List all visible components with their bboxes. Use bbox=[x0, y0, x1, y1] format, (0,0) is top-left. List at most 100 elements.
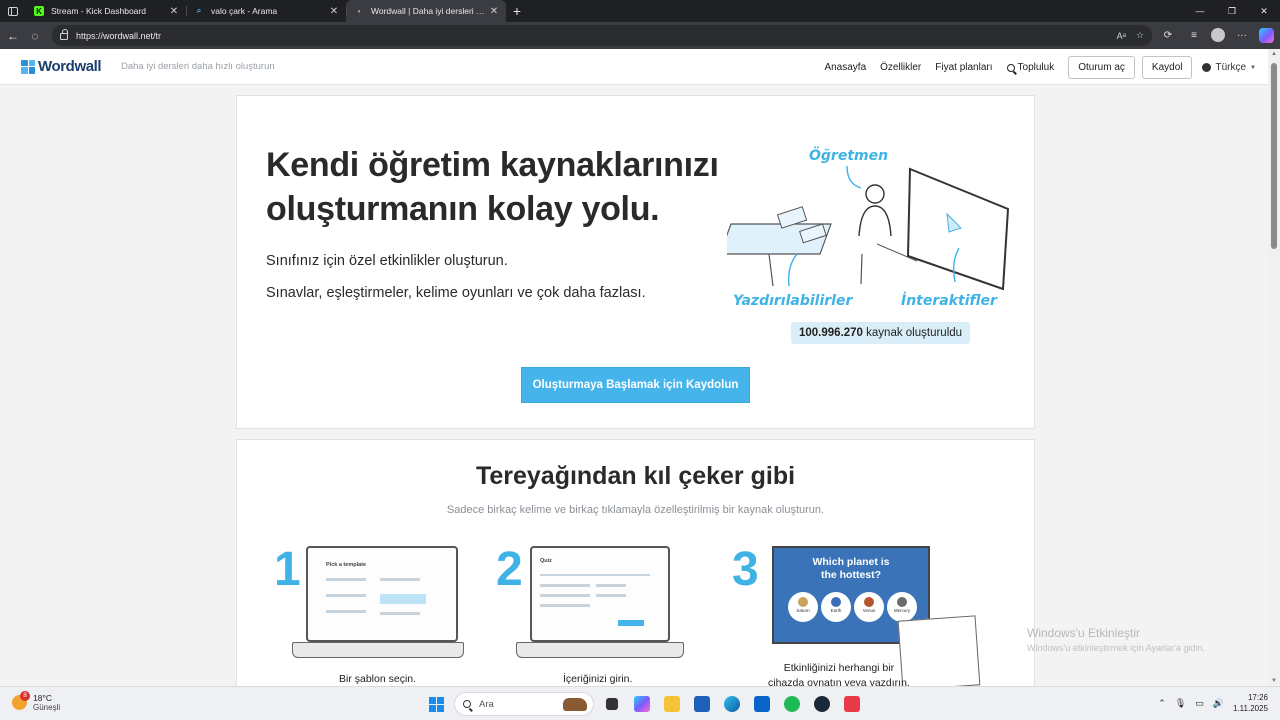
taskbar-search[interactable]: Ara bbox=[454, 692, 594, 716]
quiz-question-line1: Which planet is bbox=[812, 556, 890, 568]
spotify-icon[interactable] bbox=[780, 692, 804, 716]
step-caption-line2: cihazda oynatın veya yazdırın. bbox=[768, 677, 910, 686]
tagline: Daha iyi dersleri daha hızlı oluşturun bbox=[121, 61, 275, 72]
tab-search[interactable]: ⌕ valo çark - Arama ✕ bbox=[186, 0, 346, 22]
step-number: 3 bbox=[732, 543, 759, 596]
copilot-app-icon[interactable] bbox=[630, 692, 654, 716]
windows-taskbar: 8 18°C Güneşli Ara ⌃ 🎙 ▭ 🔊 17:26 1.11.20… bbox=[0, 686, 1280, 720]
back-icon[interactable]: ← bbox=[2, 29, 24, 43]
illus-interactives-label: İnteraktifler bbox=[901, 292, 998, 309]
weather-desc: Güneşli bbox=[33, 703, 61, 712]
counter-value: 100.996.270 bbox=[799, 327, 863, 339]
stop-loading-icon[interactable]: ◌ bbox=[24, 29, 46, 43]
activation-watermark-title: Windows'u Etkinleştir bbox=[1027, 626, 1140, 640]
hero-illustration: Öğretmen Yazdırılabilirler İnteraktifler bbox=[727, 146, 1010, 309]
task-view-icon[interactable] bbox=[600, 692, 624, 716]
valorant-icon[interactable] bbox=[840, 692, 864, 716]
language-label: Türkçe bbox=[1215, 62, 1247, 73]
start-button[interactable] bbox=[424, 692, 448, 716]
tab-title: Stream - Kick Dashboard bbox=[51, 6, 146, 16]
nav-community[interactable]: Topluluk bbox=[1006, 62, 1055, 73]
profile-avatar[interactable] bbox=[1211, 28, 1225, 42]
favorite-star-icon[interactable]: ☆ bbox=[1136, 30, 1144, 41]
hero-card: Kendi öğretim kaynaklarınızı oluşturmanı… bbox=[236, 95, 1035, 429]
more-menu-icon[interactable]: ··· bbox=[1233, 25, 1251, 45]
search-icon bbox=[463, 700, 471, 708]
volume-icon[interactable]: 🔊 bbox=[1213, 698, 1224, 709]
nav-features[interactable]: Özellikler bbox=[880, 62, 921, 73]
nav-home[interactable]: Anasayfa bbox=[824, 62, 866, 73]
illus-teacher-label: Öğretmen bbox=[809, 146, 888, 164]
steam-icon[interactable] bbox=[810, 692, 834, 716]
chevron-up-icon[interactable]: ⌃ bbox=[1158, 698, 1166, 709]
how-title: Tereyağından kıl çeker gibi bbox=[475, 462, 796, 490]
planet-option: Earth bbox=[821, 592, 851, 622]
kick-icon: K bbox=[34, 6, 44, 16]
scrollbar-thumb[interactable] bbox=[1271, 63, 1277, 249]
display-icon[interactable]: ▭ bbox=[1195, 698, 1204, 709]
search-placeholder: Ara bbox=[479, 698, 494, 710]
search-icon bbox=[1006, 63, 1015, 72]
how-it-works-card: Tereyağından kıl çeker gibi Sadece birka… bbox=[236, 439, 1035, 686]
copilot-icon[interactable] bbox=[1259, 27, 1274, 43]
file-explorer-icon[interactable] bbox=[660, 692, 684, 716]
page-scrollbar[interactable]: ▲ ▼ bbox=[1268, 49, 1280, 686]
windows-logo-icon bbox=[428, 696, 444, 712]
close-tab-icon[interactable]: ✕ bbox=[488, 6, 500, 17]
wordwall-logo-icon bbox=[21, 59, 35, 74]
wordwall-logo[interactable]: Wordwall bbox=[21, 58, 102, 75]
illus-printables-label: Yazdırılabilirler bbox=[733, 293, 853, 309]
tab-actions-icon[interactable] bbox=[0, 0, 26, 22]
weather-widget[interactable]: 8 18°C Güneşli bbox=[12, 691, 61, 712]
signup-cta-button[interactable]: Oluşturmaya Başlamak için Kaydolun bbox=[521, 367, 750, 403]
restore-icon[interactable]: ❐ bbox=[1216, 0, 1248, 22]
clock[interactable]: 17:26 1.11.2025 bbox=[1233, 692, 1268, 714]
web-page: Wordwall Daha iyi dersleri daha hızlı ol… bbox=[0, 49, 1268, 686]
main-nav: Anasayfa Özellikler Fiyat planları Toplu… bbox=[824, 56, 1256, 79]
globe-icon bbox=[1202, 63, 1212, 72]
read-aloud-icon[interactable]: A͏ᵃ bbox=[1117, 31, 1126, 41]
sun-icon: 8 bbox=[12, 691, 30, 710]
logo-text: Wordwall bbox=[38, 58, 102, 75]
outlook-icon[interactable] bbox=[750, 692, 774, 716]
how-subtitle: Sadece birkaç kelime ve birkaç tıklamayl… bbox=[446, 504, 825, 516]
signup-button[interactable]: Kaydol bbox=[1141, 56, 1193, 79]
notification-badge: 8 bbox=[20, 691, 30, 701]
activation-watermark-text: Windows'u etkinleştirmek için Ayarlar'a … bbox=[1027, 643, 1205, 653]
minimize-icon[interactable]: — bbox=[1184, 0, 1216, 22]
edge-icon[interactable] bbox=[720, 692, 744, 716]
lock-icon bbox=[60, 29, 68, 40]
search-highlight-icon bbox=[563, 698, 587, 711]
loading-icon: • bbox=[357, 6, 361, 16]
nav-community-label: Topluluk bbox=[1017, 62, 1055, 73]
store-icon[interactable] bbox=[690, 692, 714, 716]
login-button[interactable]: Oturum aç bbox=[1068, 56, 1135, 79]
tab-kick-dashboard[interactable]: K Stream - Kick Dashboard ✕ bbox=[26, 0, 186, 22]
address-bar[interactable]: https://wordwall.net/tr A͏ᵃ ☆ bbox=[52, 25, 1152, 46]
planet-label: Venus bbox=[862, 608, 876, 613]
step-number: 1 bbox=[274, 543, 301, 596]
hero-title-line2: oluşturmanın kolay yolu. bbox=[266, 190, 660, 228]
new-tab-button[interactable]: + bbox=[506, 0, 528, 22]
step-caption: İçeriğinizi girin. bbox=[563, 673, 633, 685]
search-icon: ⌕ bbox=[196, 6, 202, 15]
nav-pricing[interactable]: Fiyat planları bbox=[935, 62, 992, 73]
step-number: 2 bbox=[496, 543, 523, 596]
tab-wordwall[interactable]: • Wordwall | Daha iyi dersleri daha ✕ bbox=[346, 0, 506, 22]
microphone-icon[interactable]: 🎙 bbox=[1175, 698, 1186, 709]
close-tab-icon[interactable]: ✕ bbox=[328, 6, 340, 17]
weather-temp: 18°C bbox=[33, 693, 52, 703]
scroll-down-icon[interactable]: ▼ bbox=[1271, 678, 1277, 684]
hero-subtitle-2: Sınavlar, eşleştirmeler, kelime oyunları… bbox=[266, 285, 646, 301]
resources-counter: 100.996.270 kaynak oluşturuldu bbox=[791, 322, 971, 344]
planet-option: Saturn bbox=[788, 592, 818, 622]
step-2: 2 Quiz İçeriğinizi girin. bbox=[496, 546, 696, 686]
scroll-up-icon[interactable]: ▲ bbox=[1271, 51, 1277, 57]
window-controls: — ❐ ✕ bbox=[1184, 0, 1280, 22]
close-tab-icon[interactable]: ✕ bbox=[168, 6, 180, 17]
close-window-icon[interactable]: ✕ bbox=[1248, 0, 1280, 22]
favorites-icon[interactable]: ≡ bbox=[1185, 25, 1203, 45]
extensions-icon[interactable]: ⟳ bbox=[1159, 25, 1177, 45]
language-selector[interactable]: Türkçe ▼ bbox=[1202, 62, 1256, 73]
planet-label: Saturn bbox=[796, 608, 810, 613]
